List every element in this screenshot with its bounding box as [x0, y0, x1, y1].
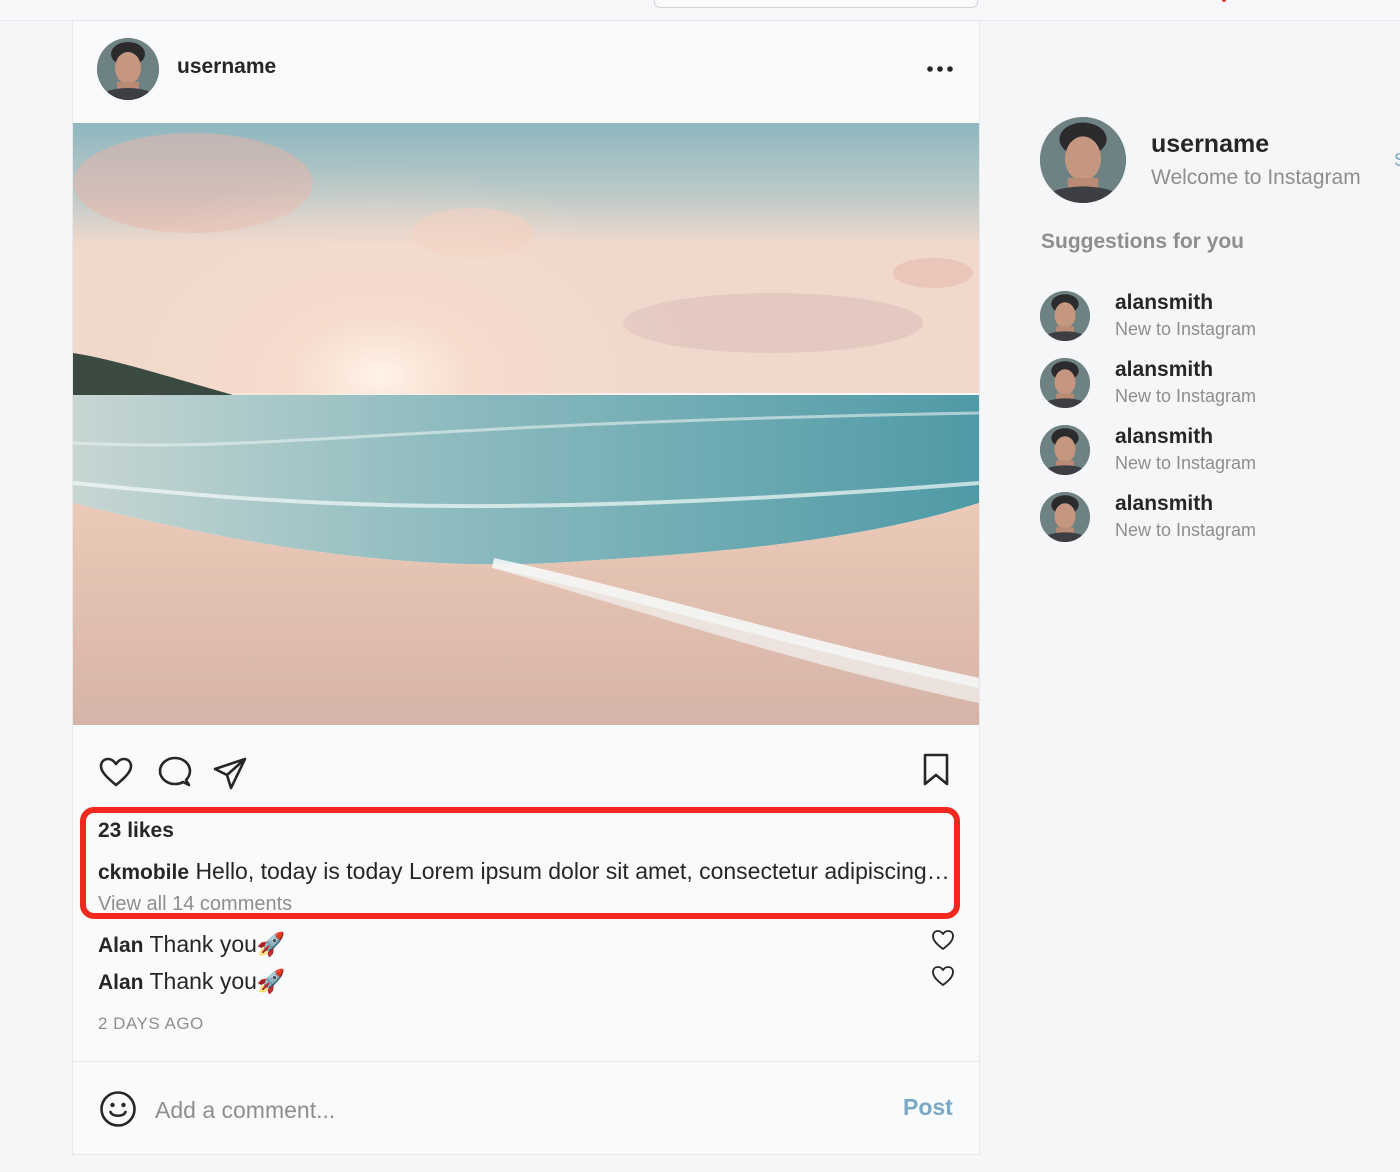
suggestion-item[interactable]: alansmith New to Instagram — [1040, 492, 1380, 552]
post-author-avatar[interactable] — [97, 38, 159, 100]
comment-username[interactable]: Alan — [98, 934, 144, 957]
comment-icon[interactable] — [158, 756, 192, 788]
suggestion-avatar[interactable] — [1040, 425, 1090, 475]
suggestion-subtitle: New to Instagram — [1115, 453, 1257, 473]
comment-item: Alan Thank you🚀 — [98, 968, 286, 995]
suggestion-item[interactable]: alansmith New to Instagram — [1040, 358, 1380, 418]
smiley-icon[interactable] — [99, 1090, 137, 1128]
heart-icon[interactable] — [99, 757, 133, 787]
suggestion-subtitle: New to Instagram — [1115, 319, 1257, 339]
search-box[interactable] — [654, 0, 978, 8]
suggestion-username[interactable]: alansmith — [1115, 358, 1213, 382]
post-author-username[interactable]: username — [177, 55, 276, 79]
view-all-comments-link[interactable]: View all 14 comments — [98, 893, 292, 916]
comment-text: Thank you🚀 — [149, 968, 286, 994]
avatar-image — [1040, 358, 1090, 408]
heart-icon[interactable] — [931, 965, 955, 987]
post-caption: ckmobile Hello, today is today Lorem ips… — [98, 858, 953, 885]
beach-sunset-photo — [73, 123, 979, 725]
comment-item: Alan Thank you🚀 — [98, 931, 286, 958]
post-comment-button[interactable]: Post — [903, 1094, 953, 1121]
notification-dot — [1222, 0, 1226, 2]
caption-username[interactable]: ckmobile — [98, 861, 189, 884]
likes-count[interactable]: 23 likes — [98, 819, 174, 843]
more-horizontal-icon[interactable] — [925, 57, 955, 81]
post-timestamp: 2 DAYS AGO — [98, 1014, 204, 1033]
avatar-image — [1040, 117, 1126, 203]
current-user-avatar[interactable] — [1040, 117, 1126, 203]
suggestion-item[interactable]: alansmith New to Instagram — [1040, 425, 1380, 485]
avatar-image — [1040, 425, 1090, 475]
bookmark-icon[interactable] — [922, 753, 950, 787]
suggestion-item[interactable]: alansmith New to Instagram — [1040, 291, 1380, 351]
caption-text: Hello, today is today Lorem ipsum dolor … — [195, 858, 953, 884]
avatar-image — [97, 38, 159, 100]
avatar-image — [1040, 492, 1090, 542]
post-image[interactable] — [73, 123, 979, 725]
add-comment-bar: Post — [73, 1061, 979, 1155]
avatar-image — [1040, 291, 1090, 341]
suggestion-avatar[interactable] — [1040, 291, 1090, 341]
suggestion-username[interactable]: alansmith — [1115, 425, 1213, 449]
suggestion-username[interactable]: alansmith — [1115, 492, 1213, 516]
top-navigation-bar — [0, 0, 1400, 21]
suggestion-username[interactable]: alansmith — [1115, 291, 1213, 315]
switch-account-link[interactable]: S — [1394, 150, 1400, 166]
current-user-username[interactable]: username — [1151, 130, 1269, 159]
suggestion-subtitle: New to Instagram — [1115, 386, 1257, 406]
comment-input[interactable] — [153, 1090, 857, 1130]
post-header: username — [73, 21, 979, 123]
comment-text: Thank you🚀 — [149, 931, 286, 957]
suggestion-avatar[interactable] — [1040, 358, 1090, 408]
comment-username[interactable]: Alan — [98, 971, 144, 994]
current-user-subtitle: Welcome to Instagram — [1151, 166, 1361, 189]
paper-plane-icon[interactable] — [213, 756, 247, 790]
suggestion-subtitle: New to Instagram — [1115, 520, 1257, 540]
suggestions-heading: Suggestions for you — [1041, 230, 1245, 253]
suggestion-avatar[interactable] — [1040, 492, 1090, 542]
heart-icon[interactable] — [931, 929, 955, 951]
post-card: username 23 likes ckmobile Hello, today … — [72, 21, 980, 1155]
